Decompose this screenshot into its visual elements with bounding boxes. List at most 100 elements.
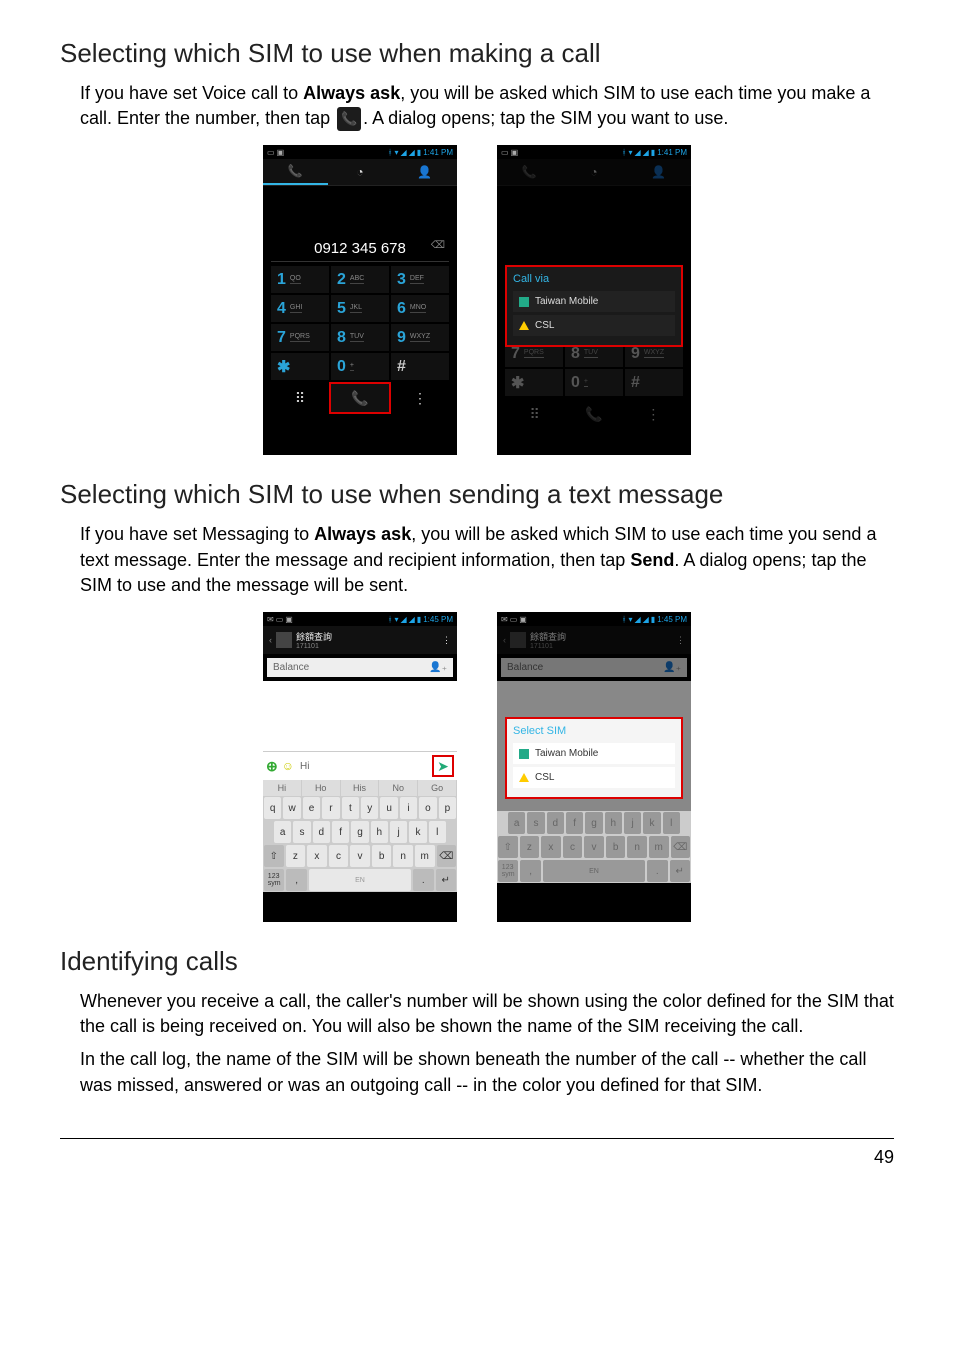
sim-option-taiwan[interactable]: Taiwan Mobile [513,743,675,764]
key-l[interactable]: l [429,821,446,843]
menu-icon[interactable]: ⋮ [442,635,451,646]
key: g [585,812,602,834]
sim-option-csl[interactable]: CSL [513,767,675,788]
tab-recent[interactable]: ◔ [328,159,393,185]
sub: + [350,362,354,371]
suggestion[interactable]: Go [418,780,457,796]
grid-icon: ⠿ [295,390,305,407]
key-d[interactable]: d [313,821,330,843]
digit: 9 [631,345,640,363]
key-4[interactable]: 4GHI [271,295,329,322]
add-contact-icon[interactable]: 👤₊ [429,662,447,673]
key-k[interactable]: k [409,821,426,843]
suggestion[interactable]: No [379,780,418,796]
sim-option-csl[interactable]: CSL [513,315,675,336]
key-backspace[interactable]: ⌫ [437,845,457,867]
call-row-dim: ⠿ 📞 ⋮ [497,398,691,430]
key-c[interactable]: c [329,845,349,867]
add-contact-icon: 👤₊ [663,662,681,673]
key-space[interactable]: EN [309,869,411,891]
key-r[interactable]: r [322,797,339,819]
key-shift[interactable]: ⇧ [264,845,284,867]
key-h[interactable]: h [371,821,388,843]
sub: QO [290,275,301,284]
attach-icon[interactable]: ⊕ [266,758,278,775]
suggestion[interactable]: His [341,780,380,796]
key-1[interactable]: 1QO [271,266,329,293]
sub: WXYZ [410,333,430,342]
key-u[interactable]: u [380,797,397,819]
key-m[interactable]: m [415,845,435,867]
digit: 9 [397,329,406,347]
key-6[interactable]: 6MNO [391,295,449,322]
digit: 0 [571,374,580,392]
key-e[interactable]: e [303,797,320,819]
status-icon: ▣ [519,615,527,624]
key-f[interactable]: f [332,821,349,843]
sim-label: Taiwan Mobile [535,748,598,759]
key-n[interactable]: n [393,845,413,867]
key-j[interactable]: j [390,821,407,843]
message-input[interactable]: Hi [298,759,428,774]
clock-icon: ◔ [356,165,363,179]
key-b[interactable]: b [372,845,392,867]
key-period[interactable]: . [413,869,433,891]
msg-input-row: ⊕ ☺ Hi ➤ [263,751,457,780]
bluetooth-icon: ᚼ [388,148,393,157]
digit: ✱ [511,373,524,393]
key-o[interactable]: o [419,797,436,819]
digit: 7 [277,329,286,347]
tab-contacts[interactable]: 👤 [392,159,457,185]
menu-button: ⋮ [624,398,683,430]
status-bar: ▭▣ ᚼ▾◢◢▮1:41 PM [497,145,691,159]
key-comma[interactable]: , [286,869,306,891]
dialog-title: Select SIM [513,725,675,737]
tab-dialer[interactable]: 📞 [263,159,328,185]
key-v[interactable]: v [350,845,370,867]
key: , [520,860,540,882]
key-9[interactable]: 9 WXYZ [391,324,449,351]
dialpad-toggle[interactable]: ⠿ [271,382,329,414]
key-5[interactable]: 5JKL [331,295,389,322]
key-enter[interactable]: ↵ [436,869,456,891]
menu-icon: ⋮ [413,390,427,407]
emoji-icon[interactable]: ☺ [282,759,294,773]
keyboard-dim: asdfghjkl ⇧zxcvbnm⌫ 123sym,EN.↵ [497,811,691,883]
key-w[interactable]: w [283,797,300,819]
backspace-icon[interactable]: ⌫ [431,240,445,251]
key-q[interactable]: q [264,797,281,819]
key-y[interactable]: y [361,797,378,819]
key-i[interactable]: i [400,797,417,819]
tab-recent: ◔ [562,159,627,185]
key-p[interactable]: p [439,797,456,819]
key-s[interactable]: s [293,821,310,843]
send-button[interactable]: ➤ [432,755,454,777]
battery-icon: ▮ [651,615,655,624]
key-t[interactable]: t [342,797,359,819]
back-icon[interactable]: ‹ [269,635,272,645]
key-2[interactable]: 2ABC [331,266,389,293]
key-8[interactable]: 8TUV [331,324,389,351]
key-3[interactable]: 3DEF [391,266,449,293]
key-0[interactable]: 0+ [331,353,389,380]
recipient-field[interactable]: Balance 👤₊ [267,658,453,677]
key-0: 0+ [565,369,623,396]
key-g[interactable]: g [351,821,368,843]
key-z[interactable]: z [286,845,306,867]
suggestion[interactable]: Hi [263,780,302,796]
dialer-tabs: 📞 ◔ 👤 [497,159,691,186]
key-star[interactable]: ✱ [271,353,329,380]
key-7[interactable]: 7PQRS [271,324,329,351]
signal-icon: ◢ [634,615,640,624]
key-hash[interactable]: # [391,353,449,380]
signal-icon: ◢ [409,148,415,157]
key-x[interactable]: x [307,845,327,867]
suggestion[interactable]: Ho [302,780,341,796]
menu-button[interactable]: ⋮ [391,382,449,414]
para-identify-1: Whenever you receive a call, the caller'… [80,989,894,1039]
key-a[interactable]: a [274,821,291,843]
call-button[interactable]: 📞 [329,382,391,414]
key-sym[interactable]: 123sym [264,869,284,891]
sim-option-taiwan[interactable]: Taiwan Mobile [513,291,675,312]
bluetooth-icon: ᚼ [622,615,627,624]
